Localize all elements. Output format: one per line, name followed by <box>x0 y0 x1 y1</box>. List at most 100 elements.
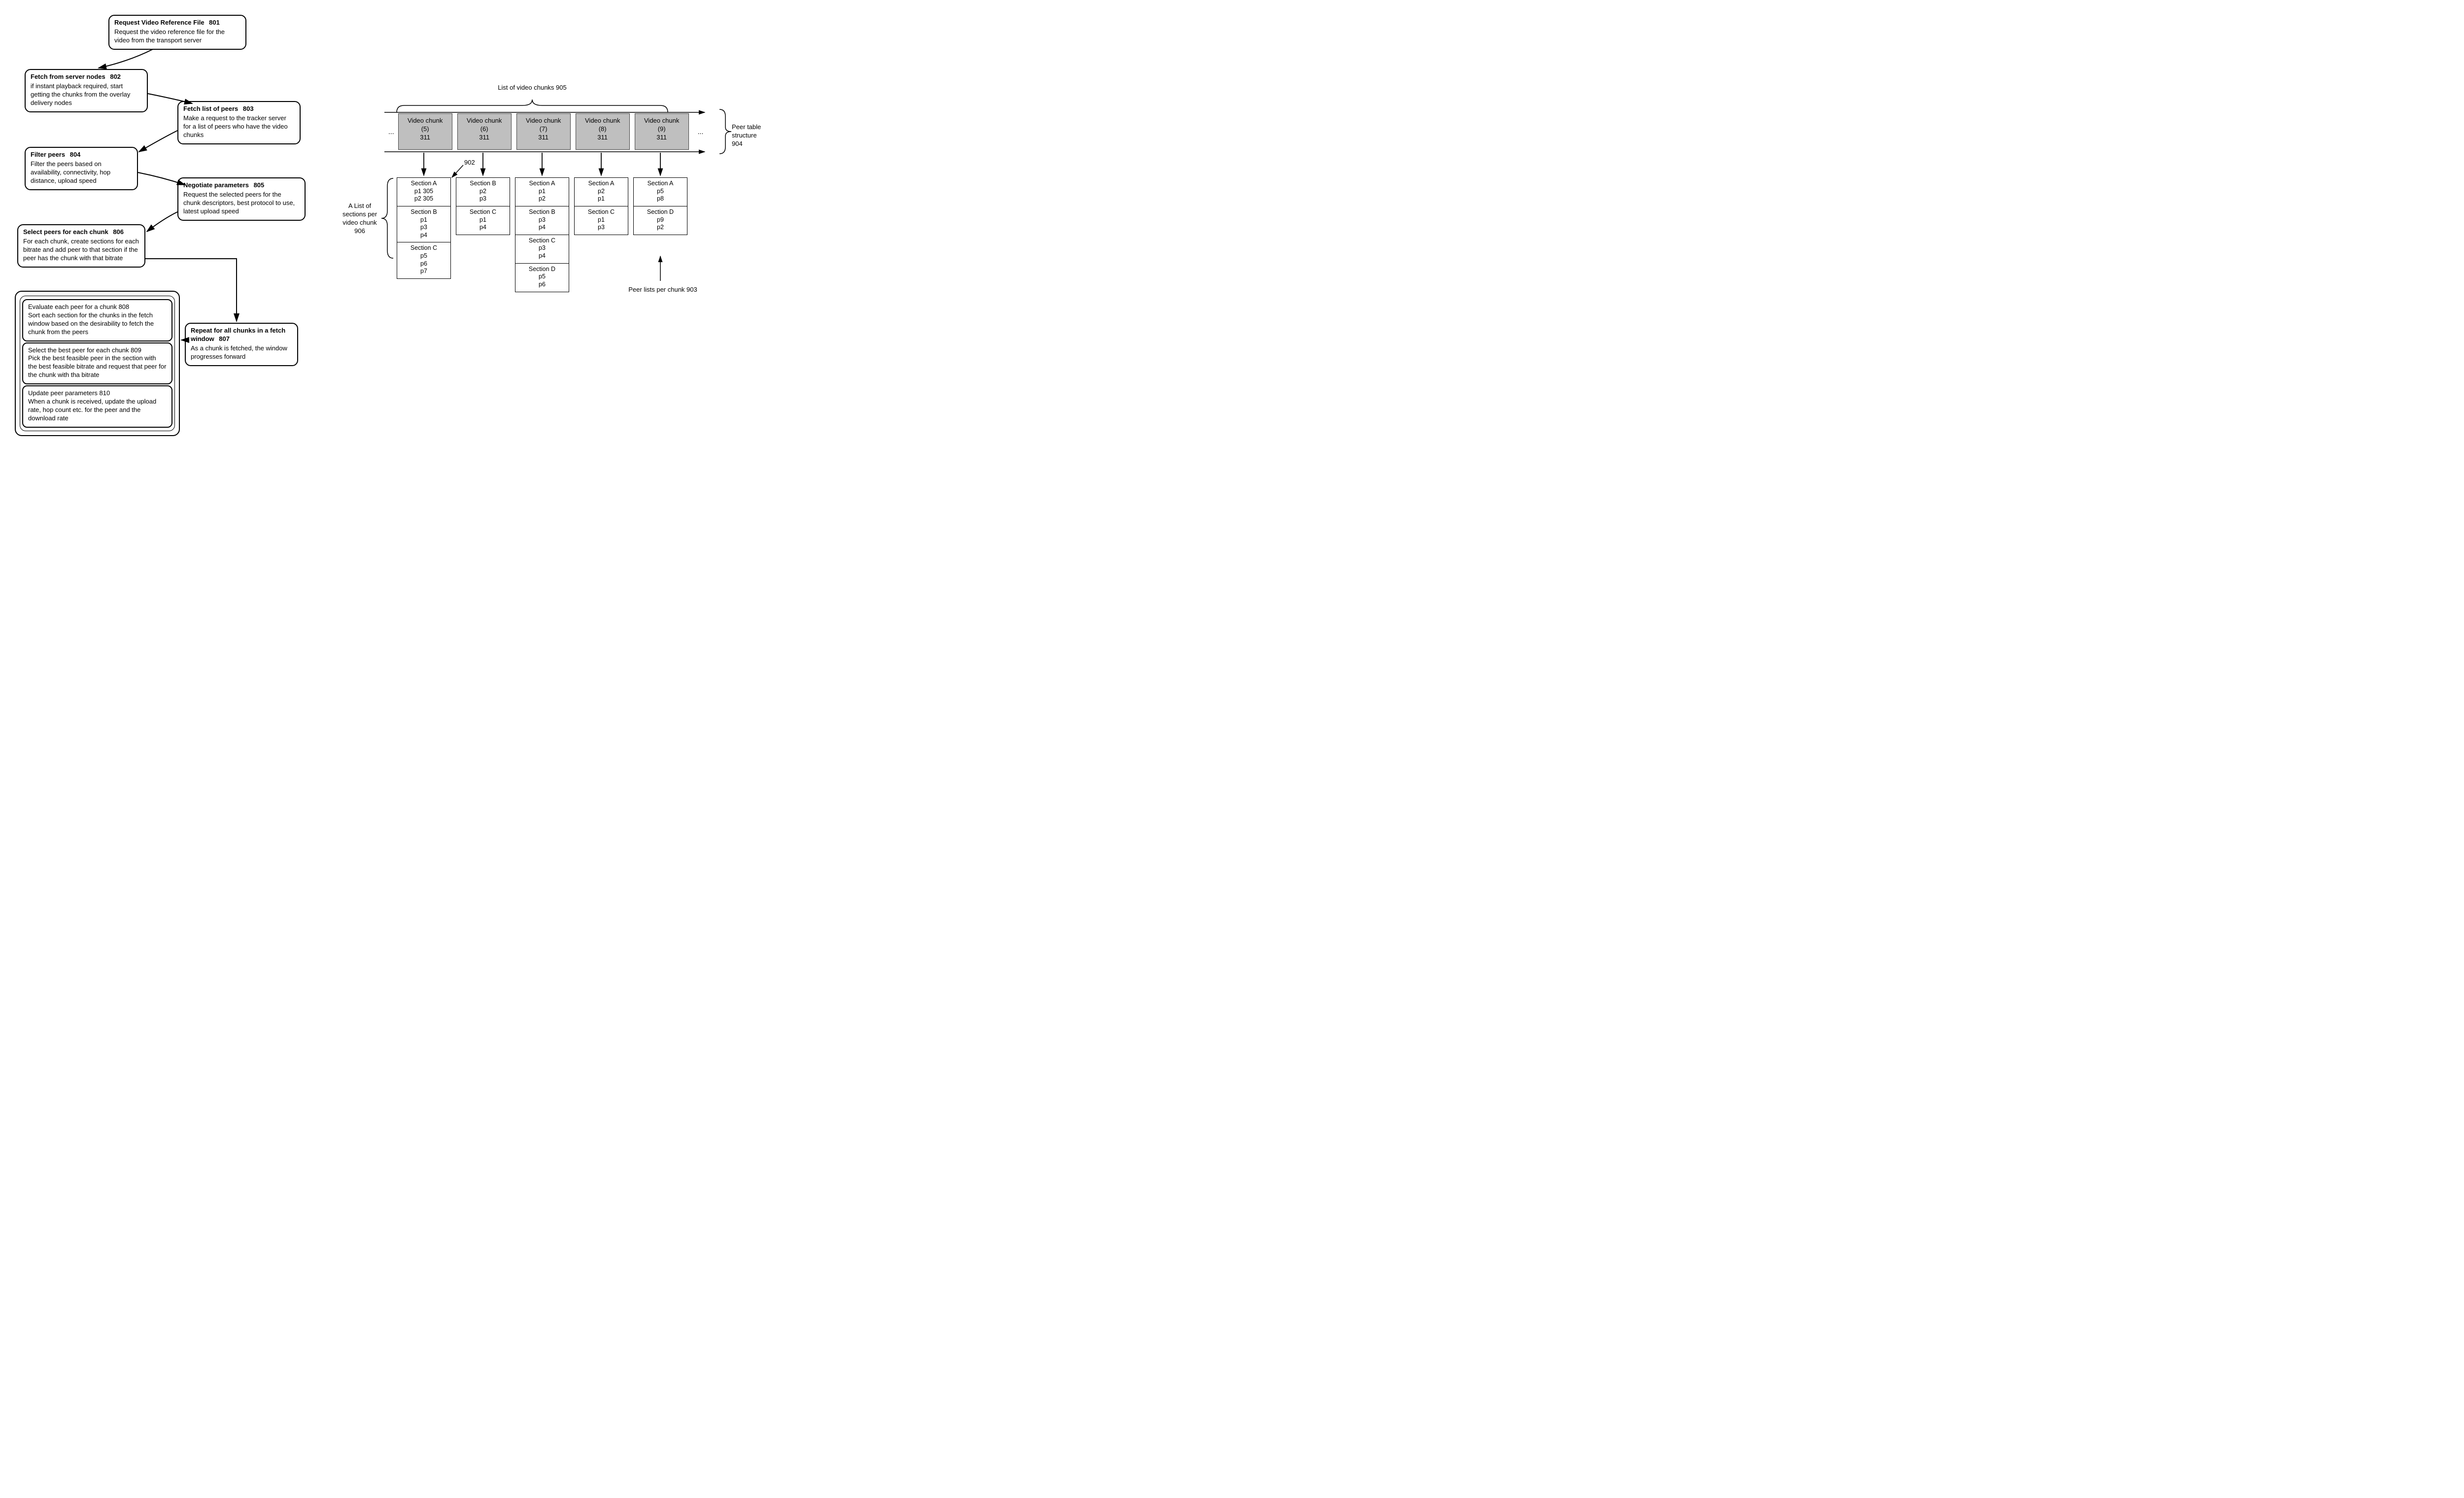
brace-left <box>379 176 394 260</box>
step-title: Update peer parameters <box>28 389 98 397</box>
step-807: Repeat for all chunks in a fetch window … <box>185 323 298 366</box>
section-cell: Section Ap1p2 <box>515 177 569 206</box>
chunk-ref: 311 <box>458 134 511 142</box>
sections-label: A List of sections per video chunk 906 <box>340 202 379 236</box>
chunk-index: (9) <box>635 125 688 134</box>
ellipsis-left: ... <box>384 127 398 136</box>
video-chunk: Video chunk(9)311 <box>635 113 689 150</box>
callout-902: 902 <box>464 159 475 167</box>
step-body: Request the selected peers for the chunk… <box>183 191 300 216</box>
section-cell: Section Cp1p4 <box>456 206 510 235</box>
step-805: Negotiate parameters 805 Request the sel… <box>177 177 306 221</box>
step-809: Select the best peer for each chunk 809 … <box>22 342 172 385</box>
step-title: Filter peers <box>31 151 65 158</box>
step-806: Select peers for each chunk 806 For each… <box>17 224 145 268</box>
chunk-index: (8) <box>576 125 629 134</box>
chunk-index: (7) <box>517 125 570 134</box>
section-name: Section A <box>398 180 449 188</box>
section-cell: Section Bp3p4 <box>515 206 569 235</box>
chunk-name: Video chunk <box>517 117 570 125</box>
peer-entry: p1 <box>398 216 449 224</box>
step-title: Select the best peer for each chunk <box>28 346 129 354</box>
peer-entry: p3 <box>398 224 449 232</box>
peer-entry: p4 <box>398 232 449 239</box>
step-808: Evaluate each peer for a chunk 808 Sort … <box>22 299 172 341</box>
section-cell: Section Dp5p6 <box>515 264 569 292</box>
section-column: Section Ap2p1Section Cp1p3 <box>574 177 628 292</box>
step-810: Update peer parameters 810 When a chunk … <box>22 385 172 428</box>
section-column: Section Ap1 305p2 305Section Bp1p3p4Sect… <box>397 177 451 292</box>
peer-entry: p3 <box>516 216 568 224</box>
chunk-name: Video chunk <box>635 117 688 125</box>
peer-entry: p6 <box>516 281 568 289</box>
peer-entry: p1 <box>516 188 568 196</box>
step-ref: 802 <box>110 73 121 80</box>
loop-container: Evaluate each peer for a chunk 808 Sort … <box>15 291 180 436</box>
video-chunk: Video chunk(5)311 <box>398 113 452 150</box>
video-chunk: Video chunk(8)311 <box>576 113 630 150</box>
peer-entry: p5 <box>398 252 449 260</box>
section-cell: Section Cp5p6p7 <box>397 242 451 279</box>
peer-entry: p6 <box>398 260 449 268</box>
step-body: For each chunk, create sections for each… <box>23 238 139 263</box>
peer-entry: p1 <box>576 195 627 203</box>
section-cell: Section Cp3p4 <box>515 235 569 264</box>
section-name: Section D <box>635 208 686 216</box>
ellipsis-right: ... <box>694 127 708 136</box>
step-802: Fetch from server nodes 802 if instant p… <box>25 69 148 112</box>
flowchart: Request Video Reference File 801 Request… <box>15 15 310 458</box>
step-title: Select peers for each chunk <box>23 228 108 236</box>
peer-entry: p1 305 <box>398 188 449 196</box>
step-body: Filter the peers based on availability, … <box>31 160 132 185</box>
step-ref: 806 <box>113 228 124 236</box>
section-name: Section A <box>635 180 686 188</box>
step-title: Evaluate each peer for a chunk <box>28 303 117 310</box>
section-column: Section Ap1p2Section Bp3p4Section Cp3p4S… <box>515 177 569 292</box>
chunk-name: Video chunk <box>399 117 452 125</box>
list-of-chunks-label: List of video chunks 905 <box>478 84 586 92</box>
peer-entry: p5 <box>516 273 568 281</box>
step-ref: 808 <box>119 303 130 310</box>
step-title: Repeat for all chunks in a fetch window <box>191 327 285 342</box>
step-801: Request Video Reference File 801 Request… <box>108 15 246 50</box>
chunk-name: Video chunk <box>576 117 629 125</box>
chunk-name: Video chunk <box>458 117 511 125</box>
section-cell: Section Ap2p1 <box>574 177 628 206</box>
peer-entry: p2 305 <box>398 195 449 203</box>
peer-entry: p4 <box>516 252 568 260</box>
step-body: Request the video reference file for the… <box>114 28 240 45</box>
chunk-index: (6) <box>458 125 511 134</box>
step-body: Make a request to the tracker server for… <box>183 114 295 139</box>
section-cell: Section Dp9p2 <box>633 206 687 235</box>
step-title: Request Video Reference File <box>114 19 205 26</box>
chunk-row: ... Video chunk(5)311Video chunk(6)311Vi… <box>384 113 707 150</box>
step-ref: 809 <box>131 346 141 354</box>
step-804: Filter peers 804 Filter the peers based … <box>25 147 138 190</box>
step-ref: 801 <box>209 19 220 26</box>
step-body: As a chunk is fetched, the window progre… <box>191 344 292 361</box>
chunk-ref: 311 <box>399 134 452 142</box>
chunk-ref: 311 <box>517 134 570 142</box>
peer-entry: p1 <box>457 216 509 224</box>
step-body: When a chunk is received, update the upl… <box>28 398 167 423</box>
step-body: Pick the best feasible peer in the secti… <box>28 354 167 379</box>
section-column: Section Ap5p8 Section Dp9p2 <box>633 177 687 292</box>
peer-entry: p7 <box>398 268 449 275</box>
peer-entry: p2 <box>576 188 627 196</box>
peer-entry: p9 <box>635 216 686 224</box>
brace-top <box>394 99 670 113</box>
section-name: Section B <box>516 208 568 216</box>
section-name: Section A <box>516 180 568 188</box>
section-cell: Section Ap1 305p2 305 <box>397 177 451 206</box>
section-name: Section C <box>398 244 449 252</box>
section-name: Section A <box>576 180 627 188</box>
peer-entry: p4 <box>516 224 568 232</box>
section-cell: Section Bp2p3 <box>456 177 510 206</box>
section-name: Section C <box>516 237 568 245</box>
peer-entry: p3 <box>457 195 509 203</box>
section-name: Section D <box>516 266 568 273</box>
peer-entry: p2 <box>457 188 509 196</box>
peer-entry: p8 <box>635 195 686 203</box>
step-title: Fetch list of peers <box>183 105 238 112</box>
peer-entry: p5 <box>635 188 686 196</box>
